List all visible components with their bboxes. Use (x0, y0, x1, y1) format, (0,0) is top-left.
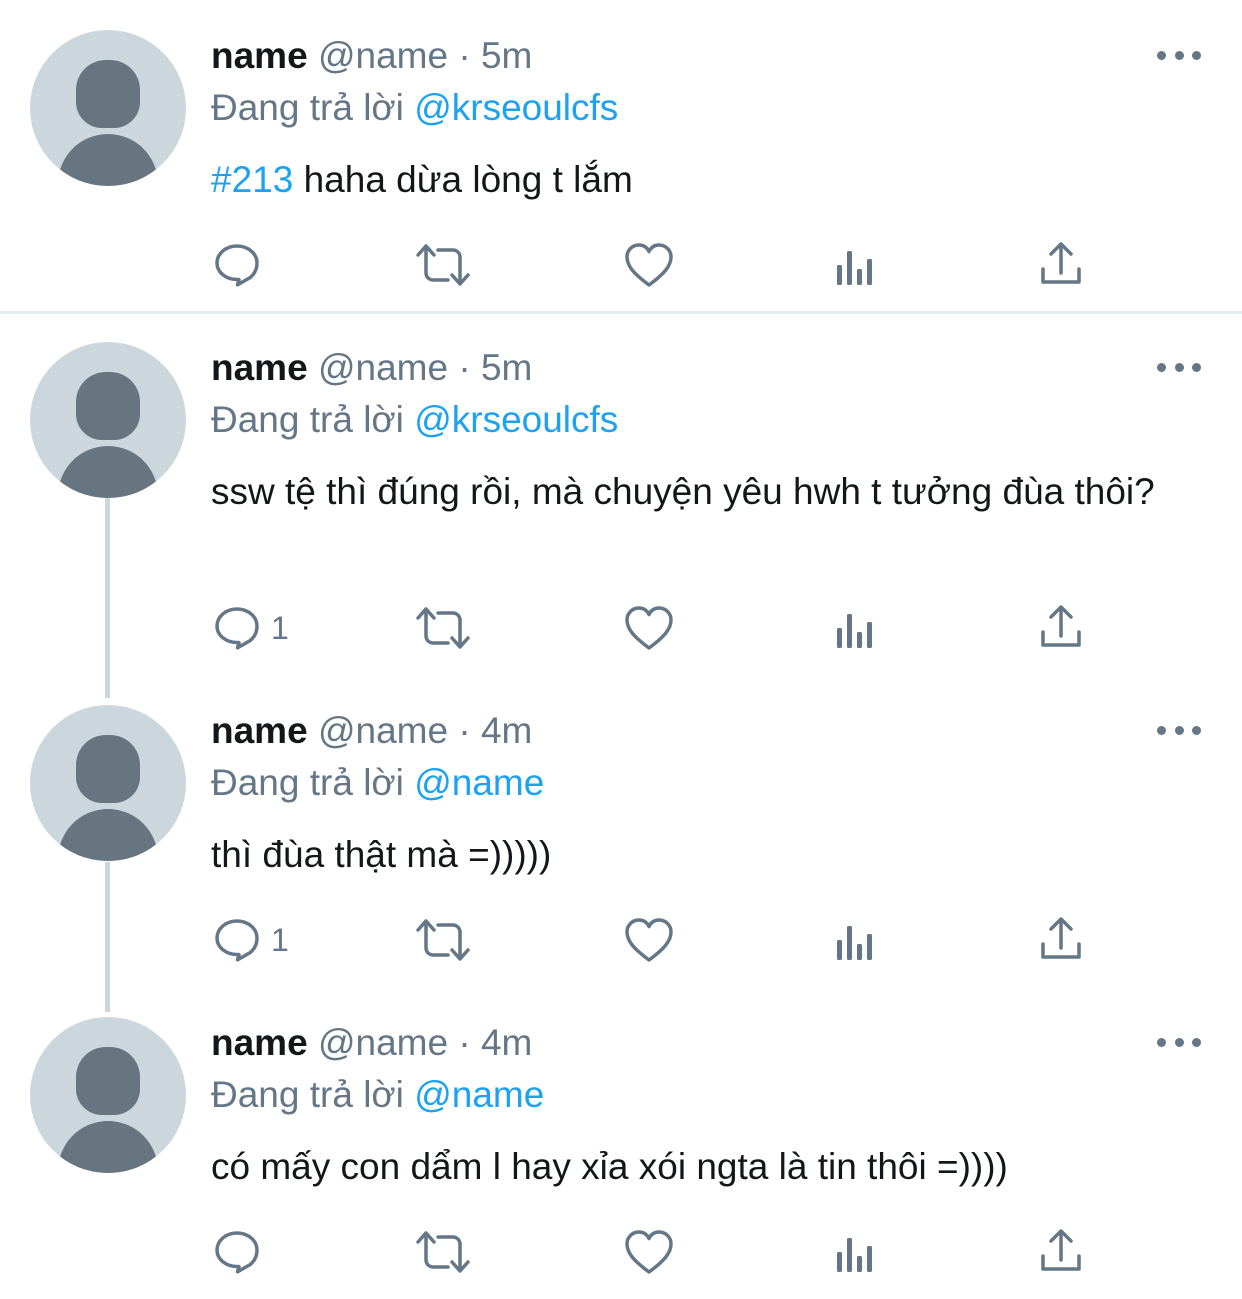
share-icon (1041, 917, 1081, 959)
reply-count: 1 (271, 609, 289, 646)
tweet-header: name @name · 5m (211, 36, 532, 76)
display-name[interactable]: name (211, 710, 308, 751)
retweet-button[interactable] (414, 1227, 472, 1277)
reply-icon (215, 919, 259, 962)
heart-icon (625, 243, 673, 287)
analytics-icon (837, 1238, 872, 1272)
retweet-icon (416, 244, 470, 286)
hashtag-link[interactable]: #213 (211, 159, 293, 200)
avatar[interactable] (30, 1017, 186, 1173)
tweet-header: name @name · 4m (211, 1023, 532, 1063)
retweet-button[interactable] (414, 915, 472, 965)
reply-count: 1 (271, 921, 289, 958)
replying-to: Đang trả lời @krseoulcfs (211, 88, 618, 128)
share-button[interactable] (1038, 240, 1084, 290)
tweet-text: #213 haha dừa lòng t lắm (211, 154, 1201, 206)
avatar[interactable] (30, 342, 186, 498)
retweet-button[interactable] (414, 603, 472, 653)
views-button[interactable] (834, 915, 878, 965)
tweet-text-content: haha dừa lòng t lắm (293, 159, 633, 200)
mention-link[interactable]: @name (414, 762, 544, 803)
handle[interactable]: @name (318, 710, 448, 751)
analytics-icon (837, 614, 872, 648)
reply-icon (215, 607, 259, 650)
replying-to: Đang trả lời @name (211, 763, 544, 803)
retweet-button[interactable] (414, 240, 472, 290)
views-button[interactable] (834, 1227, 878, 1277)
tweet-text: có mấy con dẩm l hay xỉa xói ngta là tin… (211, 1146, 1008, 1187)
mention-link[interactable]: @krseoulcfs (414, 399, 618, 440)
tweet[interactable]: name @name · 4m Đang trả lời @name thì đ… (0, 675, 1242, 987)
avatar-head-shape (76, 735, 140, 803)
reply-button[interactable] (213, 1227, 271, 1277)
heart-icon (625, 918, 673, 962)
tweet-text: ssw tệ thì đúng rồi, mà chuyện yêu hwh t… (211, 471, 1155, 512)
handle[interactable]: @name (318, 347, 448, 388)
avatar-head-shape (76, 1047, 140, 1115)
reply-button[interactable] (213, 240, 271, 290)
retweet-icon (416, 607, 470, 649)
like-button[interactable] (624, 915, 674, 965)
replying-to-label: Đang trả lời (211, 399, 404, 440)
tweet-text: thì đùa thật mà =))))) (211, 834, 552, 875)
share-button[interactable] (1038, 915, 1084, 965)
avatar-body-shape (58, 1121, 158, 1173)
reply-icon (215, 244, 259, 287)
timestamp[interactable]: · 4m (458, 1022, 532, 1063)
share-icon (1041, 1229, 1081, 1271)
tweet[interactable]: name @name · 5m Đang trả lời @krseoulcfs… (0, 0, 1242, 311)
heart-icon (625, 1230, 673, 1274)
retweet-icon (416, 919, 470, 961)
like-button[interactable] (624, 1227, 674, 1277)
mention-link[interactable]: @name (414, 1074, 544, 1115)
tweet[interactable]: name @name · 4m Đang trả lời @name có mấ… (0, 987, 1242, 1299)
replying-to-label: Đang trả lời (211, 87, 404, 128)
avatar-body-shape (58, 446, 158, 498)
timestamp[interactable]: · 5m (458, 35, 532, 76)
analytics-icon (837, 926, 872, 960)
display-name[interactable]: name (211, 1022, 308, 1063)
reply-icon (215, 1231, 259, 1274)
tweet[interactable]: name @name · 5m Đang trả lời @krseoulcfs… (0, 312, 1242, 676)
avatar-body-shape (58, 809, 158, 861)
more-options-icon[interactable] (1157, 40, 1201, 70)
avatar-head-shape (76, 372, 140, 440)
more-options-icon[interactable] (1157, 715, 1201, 745)
avatar[interactable] (30, 30, 186, 186)
timestamp[interactable]: · 5m (458, 347, 532, 388)
heart-icon (625, 606, 673, 650)
more-options-icon[interactable] (1157, 1027, 1201, 1057)
tweet-header: name @name · 4m (211, 711, 532, 751)
display-name[interactable]: name (211, 347, 308, 388)
reply-button[interactable]: 1 (213, 603, 289, 653)
avatar-body-shape (58, 134, 158, 186)
views-button[interactable] (834, 603, 878, 653)
share-icon (1041, 605, 1081, 647)
reply-button[interactable]: 1 (213, 915, 289, 965)
avatar-head-shape (76, 60, 140, 128)
replying-to-label: Đang trả lời (211, 1074, 404, 1115)
share-button[interactable] (1038, 603, 1084, 653)
more-options-icon[interactable] (1157, 352, 1201, 382)
tweet-header: name @name · 5m (211, 348, 532, 388)
like-button[interactable] (624, 240, 674, 290)
handle[interactable]: @name (318, 35, 448, 76)
retweet-icon (416, 1231, 470, 1273)
analytics-icon (837, 251, 872, 285)
display-name[interactable]: name (211, 35, 308, 76)
replying-to: Đang trả lời @krseoulcfs (211, 400, 618, 440)
share-button[interactable] (1038, 1227, 1084, 1277)
replying-to-label: Đang trả lời (211, 762, 404, 803)
like-button[interactable] (624, 603, 674, 653)
views-button[interactable] (834, 240, 878, 290)
avatar[interactable] (30, 705, 186, 861)
share-icon (1041, 242, 1081, 284)
replying-to: Đang trả lời @name (211, 1075, 544, 1115)
handle[interactable]: @name (318, 1022, 448, 1063)
mention-link[interactable]: @krseoulcfs (414, 87, 618, 128)
timestamp[interactable]: · 4m (458, 710, 532, 751)
